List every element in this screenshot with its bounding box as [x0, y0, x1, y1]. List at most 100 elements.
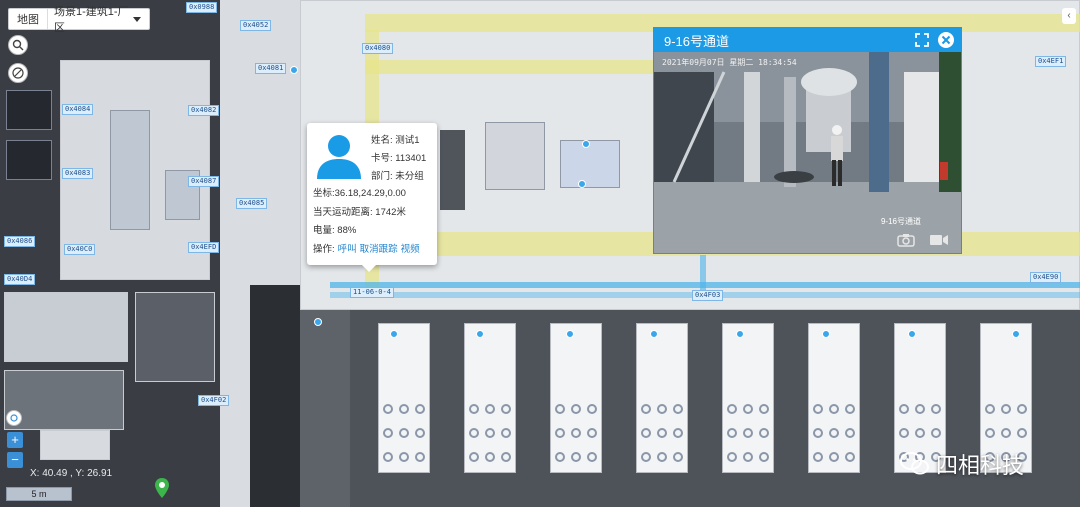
- person-name-row: 姓名: 测试1: [371, 135, 420, 146]
- person-distance: 1742米: [375, 206, 406, 218]
- map-tag[interactable]: 0x4F02: [198, 395, 230, 406]
- map-panel: [6, 90, 52, 130]
- layer-select[interactable]: 地图 场景1-建筑1-厂区: [8, 6, 150, 34]
- untrack-link[interactable]: 取消跟踪: [360, 244, 398, 255]
- map-location-pin[interactable]: [566, 330, 574, 338]
- map-location-pin[interactable]: [736, 330, 744, 338]
- map-tag[interactable]: 0x40D4: [4, 274, 36, 285]
- search-icon: [12, 39, 24, 51]
- map-location-pin[interactable]: [1012, 330, 1020, 338]
- map-tag[interactable]: 0x4081: [255, 63, 287, 74]
- coordinate-readout: X: 40.49 , Y: 26.91: [30, 468, 113, 479]
- map-location-pin[interactable]: [390, 330, 398, 338]
- video-title: 9-16号通道: [664, 33, 730, 49]
- map-track-label[interactable]: 11-06-0-4: [350, 287, 394, 298]
- snapshot-camera-icon[interactable]: [897, 233, 915, 247]
- map-equipment: [110, 110, 150, 230]
- avatar: [317, 135, 361, 179]
- map-room: [4, 292, 128, 362]
- video-caption: 9-16号通道: [880, 217, 921, 226]
- map-tag[interactable]: 0x4E90: [1030, 272, 1062, 283]
- fullscreen-icon: [915, 33, 929, 47]
- map-room: [4, 370, 124, 430]
- map-location-pin[interactable]: [578, 180, 586, 188]
- map-location-pin[interactable]: [314, 318, 322, 326]
- video-timestamp: 2021年09月07日 星期二 18:34:54: [662, 58, 797, 67]
- map-unit: [808, 323, 860, 473]
- map-dark-room: [440, 130, 465, 210]
- zoom-in-button[interactable]: +: [7, 432, 23, 448]
- fullscreen-button[interactable]: [913, 31, 931, 49]
- close-button[interactable]: [937, 31, 955, 49]
- draw-button[interactable]: [8, 63, 28, 83]
- map-unit: [722, 323, 774, 473]
- person-info-popup: 姓名: 测试1 卡号: 113401 部门: 未分组 坐标:36.18,24.2…: [307, 123, 437, 272]
- locate-icon: [10, 414, 18, 422]
- video-feed[interactable]: 2021年09月07日 星期二 18:34:54 9-16号通道: [654, 52, 961, 253]
- map-tag[interactable]: 0x4083: [62, 168, 94, 179]
- map-yellow-pipe: [365, 60, 655, 74]
- person-coord: 36.18,24.29,0.00: [334, 188, 406, 199]
- map-tag[interactable]: 0x4082: [188, 105, 220, 116]
- person-battery: 88%: [337, 225, 357, 236]
- locate-button[interactable]: [6, 410, 22, 426]
- person-card-row: 卡号: 113401: [371, 153, 427, 164]
- person-card-number: 113401: [395, 153, 427, 164]
- person-dept-row: 部门: 未分组: [371, 171, 424, 182]
- map-tag[interactable]: 0x40C0: [64, 244, 96, 255]
- wechat-icon: [900, 452, 929, 475]
- edit-icon: [12, 67, 24, 79]
- map-tag[interactable]: 0x4F03: [692, 290, 724, 301]
- map-equipment: [485, 122, 545, 190]
- map-room: [135, 292, 215, 382]
- layer-select-value: 场景1-建筑1-厂区: [54, 6, 129, 34]
- close-icon: [938, 32, 954, 48]
- map-unit: [550, 323, 602, 473]
- person-distance-row: 当天运动距离: 1742米: [313, 206, 406, 218]
- map-tag[interactable]: 0x4052: [240, 20, 272, 31]
- map-tag[interactable]: 0x4085: [236, 198, 268, 209]
- map-tag[interactable]: 0x4086: [4, 236, 36, 247]
- popup-pointer: [362, 265, 376, 272]
- person-coord-row: 坐标:36.18,24.29,0.00: [313, 188, 406, 199]
- map-unit: [636, 323, 688, 473]
- map-tag[interactable]: 0x4080: [362, 43, 394, 54]
- map-tag[interactable]: 0x4EFD: [188, 242, 220, 253]
- person-marker-icon[interactable]: [155, 478, 169, 498]
- map-unit: [464, 323, 516, 473]
- video-link[interactable]: 视频: [401, 244, 420, 255]
- map-tag[interactable]: 0x0988: [186, 2, 218, 13]
- person-name: 测试1: [395, 135, 420, 146]
- map-panel: [6, 140, 52, 180]
- collapse-panel-button[interactable]: ‹: [1062, 8, 1076, 24]
- map-blue-pipe: [700, 255, 706, 295]
- map-road: [250, 285, 300, 507]
- map-unit: [378, 323, 430, 473]
- layer-select-label: 地图: [9, 9, 48, 29]
- person-battery-row: 电量: 88%: [313, 225, 357, 236]
- map-location-pin[interactable]: [476, 330, 484, 338]
- map-equipment: [560, 140, 620, 188]
- person-actions-row: 操作: 呼叫 取消跟踪 视频: [313, 243, 420, 255]
- chevron-down-icon: [133, 16, 141, 22]
- map-location-pin[interactable]: [908, 330, 916, 338]
- video-popup: 9-16号通道 2021年09月07日 星期二 18:34:54 9-16号通道: [653, 27, 962, 254]
- map-tag[interactable]: 0x4087: [188, 176, 220, 187]
- map-location-pin[interactable]: [822, 330, 830, 338]
- record-video-icon[interactable]: [929, 233, 949, 247]
- scale-bar: 5 m: [6, 487, 72, 501]
- map-tag[interactable]: 0x4084: [62, 104, 94, 115]
- brand-name: 四相科技: [936, 453, 1025, 478]
- call-link[interactable]: 呼叫: [338, 244, 357, 255]
- map-room: [40, 430, 110, 460]
- person-dept: 未分组: [395, 171, 424, 182]
- map-tag[interactable]: 0x4EF1: [1035, 56, 1067, 67]
- map-location-pin[interactable]: [290, 66, 298, 74]
- map-location-pin[interactable]: [650, 330, 658, 338]
- video-popup-header: 9-16号通道: [654, 28, 961, 52]
- map-location-pin[interactable]: [582, 140, 590, 148]
- zoom-out-button[interactable]: −: [7, 452, 23, 468]
- search-button[interactable]: [8, 35, 28, 55]
- map-road: [300, 280, 350, 507]
- brand-watermark: 四相科技: [900, 448, 1024, 480]
